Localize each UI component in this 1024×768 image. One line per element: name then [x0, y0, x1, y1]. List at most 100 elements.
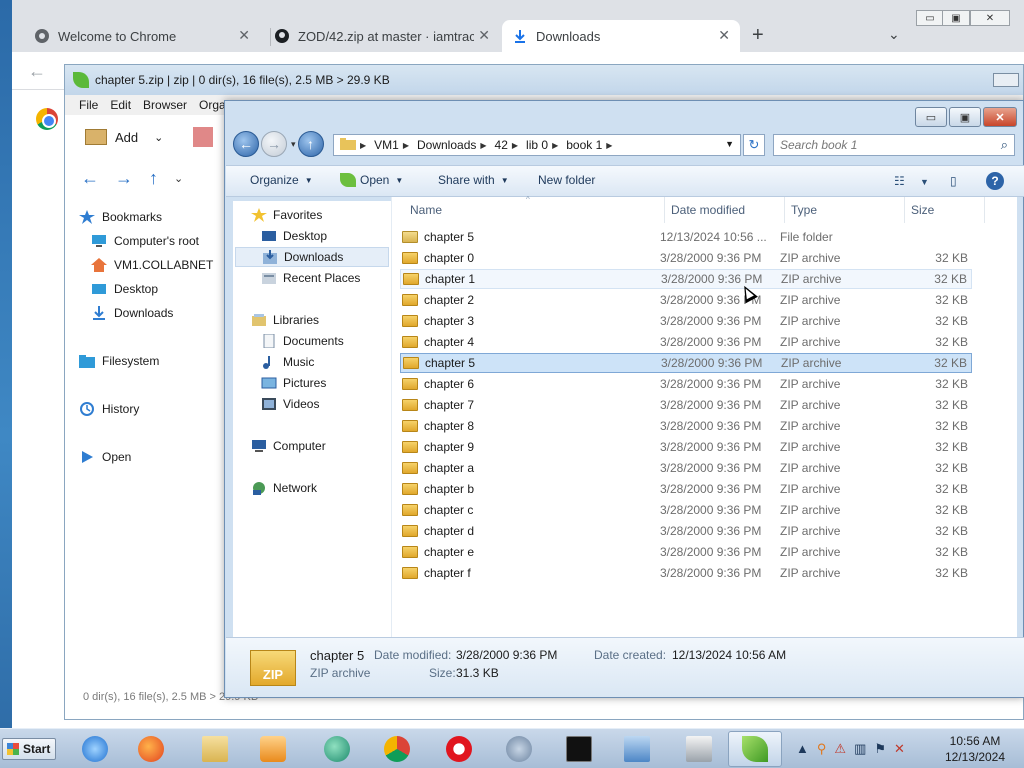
breadcrumb-vm1[interactable]: VM1 [374, 138, 399, 152]
tab-search-button[interactable]: ⌄ [888, 26, 900, 43]
file-row[interactable]: chapter 1 3/28/2000 9:36 PM ZIP archive 32 … [400, 269, 972, 289]
sidebar-item-desktop[interactable]: Desktop [79, 277, 229, 301]
taskbar-chrome[interactable] [370, 731, 424, 767]
back-button[interactable]: ← [81, 168, 99, 189]
taskbar-peazip-app[interactable] [310, 731, 364, 767]
file-row[interactable]: chapter 4 3/28/2000 9:36 PM ZIP archive 32 … [400, 332, 972, 352]
close-button[interactable]: ✕ [983, 107, 1017, 127]
file-row[interactable]: chapter f 3/28/2000 9:36 PM ZIP archive 32 … [400, 563, 972, 583]
network-icon[interactable]: ▥ [854, 741, 866, 757]
refresh-button[interactable]: ↻ [743, 134, 765, 156]
close-tab-icon[interactable]: ✕ [718, 27, 730, 44]
menu-file[interactable]: File [79, 98, 98, 112]
minimize-button[interactable]: ▭ [916, 10, 944, 26]
nav-desktop[interactable]: Desktop [261, 226, 327, 246]
flag-icon[interactable]: ⚑ [874, 741, 886, 757]
breadcrumb-separator[interactable]: ▶ [403, 141, 409, 150]
taskbar-network-tool[interactable] [492, 731, 546, 767]
file-row[interactable]: chapter 9 3/28/2000 9:36 PM ZIP archive 32 … [400, 437, 972, 457]
taskbar-media-player[interactable] [246, 731, 300, 767]
minimize-button[interactable]: ▭ [915, 107, 947, 127]
maximize-button[interactable]: ▣ [949, 107, 981, 127]
column-divider[interactable] [904, 197, 905, 223]
taskbar-command-prompt[interactable] [552, 731, 606, 767]
breadcrumb-lib0[interactable]: lib 0 [526, 138, 548, 152]
up-button[interactable]: ↑ [297, 131, 324, 157]
chevron-down-icon[interactable]: ▼ [920, 177, 929, 187]
tab-welcome[interactable]: Welcome to Chrome ✕ [24, 20, 260, 52]
clock[interactable]: 10:56 AM 12/13/2024 [940, 733, 1010, 765]
sidebar-item-vm1[interactable]: VM1.COLLABNET [79, 253, 229, 277]
help-icon[interactable]: ? [986, 172, 1004, 190]
maximize-button[interactable]: ▣ [942, 10, 970, 26]
taskbar-file-explorer[interactable] [188, 731, 242, 767]
start-button[interactable]: Start [2, 738, 56, 760]
change-view-icon[interactable]: ☷ [894, 174, 905, 188]
tab-downloads[interactable]: Downloads ✕ [502, 20, 740, 52]
breadcrumb-separator[interactable]: ▶ [512, 141, 518, 150]
address-bar[interactable]: ▶ VM1 ▶ Downloads ▶ 42 ▶ lib 0 ▶ book 1 … [333, 134, 741, 156]
nav-downloads[interactable]: Downloads [235, 247, 389, 267]
file-row[interactable]: chapter 8 3/28/2000 9:36 PM ZIP archive 32 … [400, 416, 972, 436]
volume-muted-icon[interactable]: ✕ [894, 741, 905, 757]
taskbar-control-panel[interactable] [610, 731, 664, 767]
sidebar-item-computer-root[interactable]: Computer's root [79, 229, 229, 253]
close-window-button[interactable]: ✕ [970, 10, 1010, 26]
file-row[interactable]: chapter d 3/28/2000 9:36 PM ZIP archive 32 … [400, 521, 972, 541]
add-button[interactable]: Add ⌄ [85, 129, 163, 145]
column-divider[interactable] [784, 197, 785, 223]
sidebar-item-bookmarks[interactable]: Bookmarks [79, 205, 229, 229]
file-row[interactable]: chapter 2 3/28/2000 9:36 PM ZIP archive 32 … [400, 290, 972, 310]
up-button[interactable]: ↑ [149, 168, 158, 189]
nav-favorites[interactable]: Favorites [251, 205, 322, 225]
forward-button[interactable]: → [261, 131, 287, 157]
search-icon[interactable]: ⌕ [1001, 137, 1008, 153]
breadcrumb-book1[interactable]: book 1 [566, 138, 602, 152]
column-header-date[interactable]: Date modified [671, 197, 745, 223]
column-divider[interactable] [984, 197, 985, 223]
column-divider[interactable] [664, 197, 665, 223]
extract-icon[interactable] [193, 127, 213, 147]
file-row[interactable]: chapter c 3/28/2000 9:36 PM ZIP archive 32 … [400, 500, 972, 520]
preview-pane-icon[interactable]: ▯ [950, 174, 957, 188]
forward-button[interactable]: → [115, 168, 133, 189]
menu-organize[interactable]: Orga [199, 98, 226, 112]
new-tab-button[interactable]: + [752, 24, 764, 47]
file-row[interactable]: chapter e 3/28/2000 9:36 PM ZIP archive 32 … [400, 542, 972, 562]
breadcrumb-downloads[interactable]: Downloads [417, 138, 476, 152]
file-row[interactable]: chapter 0 3/28/2000 9:36 PM ZIP archive 32 … [400, 248, 972, 268]
close-tab-icon[interactable]: ✕ [238, 27, 250, 44]
chevron-down-icon[interactable]: ⌄ [154, 131, 163, 144]
show-hidden-icons-button[interactable]: ▲ [796, 741, 809, 757]
taskbar-opera[interactable] [432, 731, 486, 767]
column-header-type[interactable]: Type [791, 197, 817, 223]
menu-browser[interactable]: Browser [143, 98, 187, 112]
open-button[interactable]: Open ▼ [340, 173, 403, 187]
taskbar-internet-explorer[interactable] [68, 731, 122, 767]
sidebar-item-downloads[interactable]: Downloads [79, 301, 229, 325]
recent-pages-dropdown[interactable]: ▾ [291, 139, 296, 150]
breadcrumb-separator[interactable]: ▶ [552, 141, 558, 150]
organize-button[interactable]: Organize ▼ [250, 173, 313, 187]
taskbar-printer[interactable] [672, 731, 726, 767]
sidebar-item-history[interactable]: History [79, 397, 229, 421]
nav-recent-places[interactable]: Recent Places [261, 268, 360, 288]
nav-computer[interactable]: Computer [251, 436, 326, 456]
share-with-button[interactable]: Share with ▼ [438, 173, 509, 187]
nav-network[interactable]: Network [251, 478, 317, 498]
nav-music[interactable]: Music [261, 352, 314, 372]
search-input[interactable]: Search book 1 ⌕ [773, 134, 1015, 156]
taskbar-firefox[interactable] [124, 731, 178, 767]
sidebar-item-open[interactable]: Open [79, 445, 229, 469]
file-row[interactable]: chapter 5 3/28/2000 9:36 PM ZIP archive 32 … [400, 353, 972, 373]
address-dropdown[interactable]: ▼ [725, 139, 734, 149]
tab-github[interactable]: ZOD/42.zip at master · iamtractio ✕ [264, 20, 500, 52]
file-row[interactable]: chapter 6 3/28/2000 9:36 PM ZIP archive 32 … [400, 374, 972, 394]
new-folder-button[interactable]: New folder [538, 173, 595, 187]
chevron-down-icon[interactable]: ▼ [395, 176, 403, 185]
file-row[interactable]: chapter b 3/28/2000 9:36 PM ZIP archive 32 … [400, 479, 972, 499]
file-row[interactable]: chapter a 3/28/2000 9:36 PM ZIP archive 32 … [400, 458, 972, 478]
menu-edit[interactable]: Edit [110, 98, 131, 112]
sidebar-item-filesystem[interactable]: Filesystem [79, 349, 229, 373]
column-header-name[interactable]: Name [410, 197, 442, 223]
